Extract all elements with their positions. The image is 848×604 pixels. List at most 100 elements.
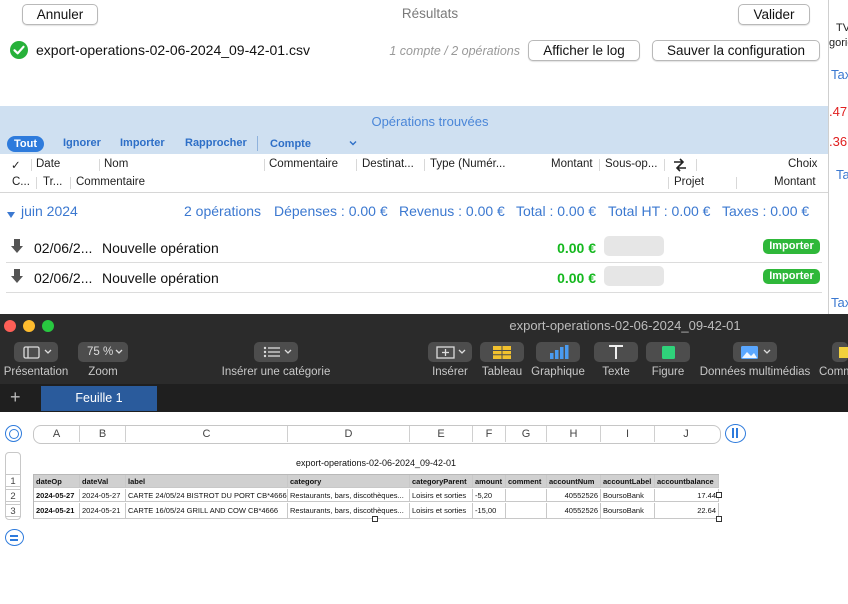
table-header-cell[interactable]: categoryParent	[410, 475, 473, 488]
resize-handle[interactable]	[716, 516, 722, 522]
chart-button[interactable]	[536, 342, 580, 362]
header-recipient[interactable]: Destinat...	[362, 158, 414, 170]
swap-arrows-icon[interactable]	[673, 158, 687, 172]
column-header[interactable]: I	[601, 426, 655, 442]
table-cell[interactable]	[506, 503, 547, 519]
table-header-cell[interactable]: accountLabel	[601, 475, 655, 488]
import-button[interactable]: Importer	[763, 239, 820, 254]
operation-row[interactable]: 02/06/2... Nouvelle opération 0.00 € Imp…	[6, 234, 822, 262]
column-header[interactable]: J	[655, 426, 717, 442]
presentation-button[interactable]	[14, 342, 58, 362]
table-cell[interactable]: 22.64	[655, 503, 719, 519]
text-button[interactable]	[594, 342, 638, 362]
media-button[interactable]	[733, 342, 777, 362]
column-header[interactable]: E	[410, 426, 473, 442]
table-cell[interactable]: 2024-05-27	[80, 489, 126, 502]
cancel-button[interactable]: Annuler	[22, 4, 98, 25]
table-cell[interactable]: CARTE 16/05/24 GRILL AND COW CB*4666	[126, 503, 288, 519]
chevron-down-icon[interactable]	[348, 137, 358, 147]
header-project[interactable]: Projet	[674, 176, 704, 188]
table-button[interactable]	[480, 342, 524, 362]
subop-field[interactable]	[604, 236, 664, 256]
table-cell[interactable]: 2024-05-21	[80, 503, 126, 519]
table-cell[interactable]: Loisirs et sorties	[410, 503, 473, 519]
table-cell[interactable]: Loisirs et sorties	[410, 489, 473, 502]
import-button[interactable]: Importer	[763, 269, 820, 284]
month-group-row[interactable]: juin 2024 2 opérations Dépenses : 0.00 €…	[0, 200, 828, 222]
validate-button[interactable]: Valider	[738, 4, 810, 25]
comment-button[interactable]	[832, 342, 848, 362]
header-check[interactable]: ✓	[11, 158, 21, 172]
zoom-popup[interactable]: 75 %	[78, 342, 128, 362]
close-window-button[interactable]	[4, 320, 16, 332]
add-row-handle[interactable]	[5, 529, 24, 546]
sheet-tab-feuille-1[interactable]: Feuille 1	[41, 386, 157, 411]
table-header-cell[interactable]: comment	[506, 475, 547, 488]
row-number[interactable]: 3	[5, 504, 21, 517]
table-header-cell[interactable]: accountbalance	[655, 475, 719, 488]
shape-button[interactable]	[646, 342, 690, 362]
table-cell[interactable]: BoursoBank	[601, 503, 655, 519]
filter-account-popup[interactable]: Compte	[270, 138, 311, 150]
add-column-handle[interactable]	[725, 424, 746, 443]
filter-reconcile-button[interactable]: Rapprocher	[185, 137, 247, 149]
subop-field[interactable]	[604, 266, 664, 286]
insert-button[interactable]	[428, 342, 472, 362]
table-cell[interactable]: CARTE 24/05/24 BISTROT DU PORT CB*4666	[126, 489, 288, 502]
column-header[interactable]: B	[80, 426, 126, 442]
header-comment-2[interactable]: Commentaire	[76, 176, 145, 188]
table-cell[interactable]: 17.44	[655, 489, 719, 502]
select-all-table-button[interactable]	[5, 425, 22, 442]
table-cell[interactable]: 40552526	[547, 503, 601, 519]
table-header-cell[interactable]: accountNum	[547, 475, 601, 488]
resize-handle[interactable]	[716, 492, 722, 498]
resize-handle[interactable]	[372, 516, 378, 522]
table-header-cell[interactable]: dateVal	[80, 475, 126, 488]
table-header-cell[interactable]: category	[288, 475, 410, 488]
filter-separator	[257, 136, 258, 151]
table-cell[interactable]: 2024-05-27	[34, 489, 80, 502]
table-cell[interactable]: 2024-05-21	[34, 503, 80, 519]
header-date[interactable]: Date	[36, 158, 60, 170]
filter-ignore-button[interactable]: Ignorer	[63, 137, 101, 149]
table-cell[interactable]: Restaurants, bars, discothèques...	[288, 489, 410, 502]
add-sheet-button[interactable]: +	[10, 387, 21, 408]
save-config-button[interactable]: Sauver la configuration	[652, 40, 820, 61]
table-cell[interactable]: Restaurants, bars, discothèques...	[288, 503, 410, 519]
header-amount-2[interactable]: Montant	[774, 176, 816, 188]
table-title[interactable]: export-operations-02-06-2024_09-42-01	[260, 458, 492, 468]
column-header[interactable]: D	[288, 426, 410, 442]
show-log-button[interactable]: Afficher le log	[528, 40, 640, 61]
table-cell[interactable]: -5,20	[473, 489, 506, 502]
header-subop[interactable]: Sous-op...	[605, 158, 657, 170]
minimize-window-button[interactable]	[23, 320, 35, 332]
table-cell[interactable]: BoursoBank	[601, 489, 655, 502]
table-header-cell[interactable]: amount	[473, 475, 506, 488]
row-number[interactable]: 1	[5, 474, 21, 487]
column-header[interactable]: C	[126, 426, 288, 442]
column-header[interactable]: A	[34, 426, 80, 442]
disclosure-triangle-icon[interactable]	[6, 207, 16, 218]
table-cell[interactable]: -15,00	[473, 503, 506, 519]
header-amount[interactable]: Montant	[551, 158, 593, 170]
table-header-cell[interactable]: label	[126, 475, 288, 488]
header-comment[interactable]: Commentaire	[269, 158, 338, 170]
zoom-window-button[interactable]	[42, 320, 54, 332]
insert-category-button[interactable]	[254, 342, 298, 362]
table-header-cell[interactable]: dateOp	[34, 475, 80, 488]
filter-import-button[interactable]: Importer	[120, 137, 165, 149]
background-window-edge: TV gorie Tax .47 .36 Tax Tax	[828, 0, 848, 314]
header-type[interactable]: Type (Numér...	[430, 158, 505, 170]
header-tr[interactable]: Tr...	[43, 176, 62, 188]
filter-all-button[interactable]: Tout	[7, 136, 44, 152]
table-cell[interactable]	[506, 489, 547, 502]
table-cell[interactable]: 40552526	[547, 489, 601, 502]
column-header[interactable]: F	[473, 426, 506, 442]
operation-row[interactable]: 02/06/2... Nouvelle opération 0.00 € Imp…	[6, 264, 822, 292]
header-choice[interactable]: Choix	[788, 158, 817, 170]
row-number[interactable]: 2	[5, 489, 21, 502]
column-header[interactable]: G	[506, 426, 547, 442]
header-name[interactable]: Nom	[104, 158, 128, 170]
header-c[interactable]: C...	[12, 176, 30, 188]
column-header[interactable]: H	[547, 426, 601, 442]
